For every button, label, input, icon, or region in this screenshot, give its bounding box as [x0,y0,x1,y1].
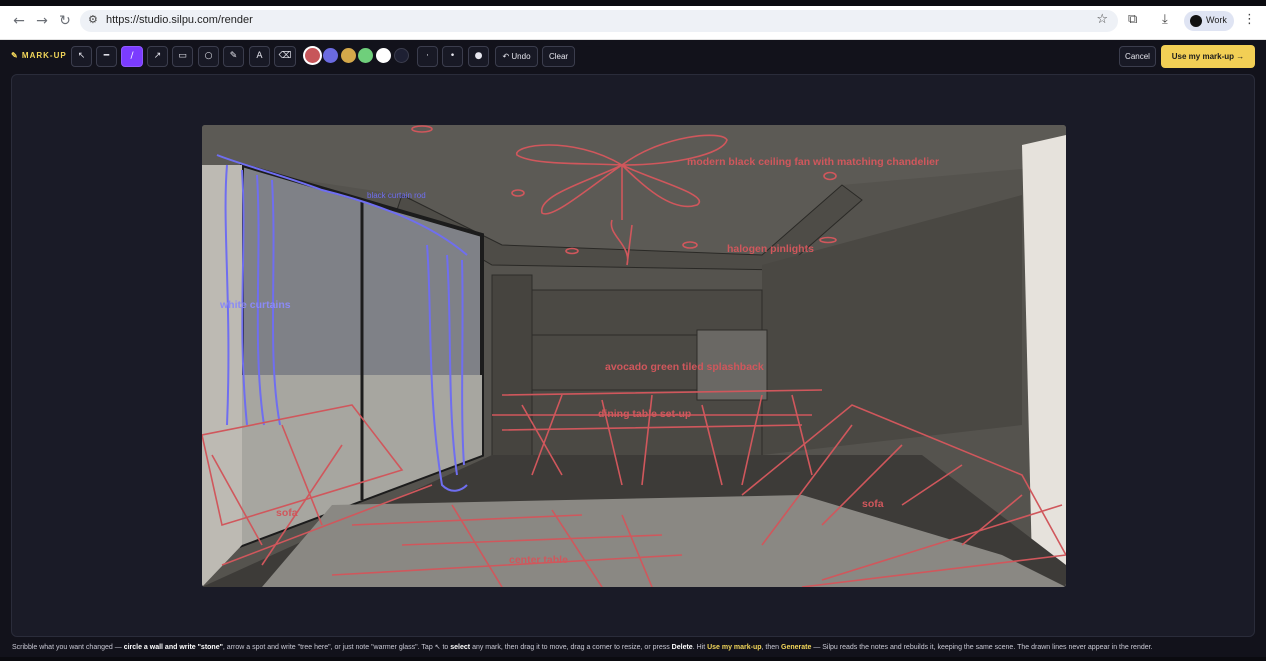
help-text-emphasis: circle a wall and write "stone" [123,644,223,651]
cancel-button[interactable]: Cancel [1119,46,1156,67]
annotation-ceiling-fan[interactable]: modern black ceiling fan with matching c… [687,156,939,168]
download-icon[interactable]: ⤓ [1162,12,1168,27]
annotation-sofa-right[interactable]: sofa [862,498,884,510]
avatar [1190,15,1202,27]
clear-button[interactable]: Clear [542,46,575,67]
help-text-part: Scribble what you want changed — [12,644,124,651]
browser-chrome: ← → ↻ ⚙ https://studio.silpu.com/render … [0,0,1266,40]
color-swatch-blue[interactable] [323,48,338,63]
text-icon: A [256,51,263,61]
help-text-part: — Silpu reads the notes and rebuilds it,… [811,644,1153,651]
rect-tool-button[interactable]: ▭ [172,46,193,67]
select-tool-button[interactable]: ↖ [71,46,92,67]
size-medium-icon: • [449,51,456,61]
forward-icon[interactable]: → [34,13,50,29]
help-text-part: any mark, then drag it to move, drag a c… [470,644,672,651]
annotation-sofa-left[interactable]: sofa [276,507,298,519]
reload-icon[interactable]: ↻ [57,13,73,29]
size-medium-button[interactable]: • [442,46,463,67]
brand-label: ✎ MARK-UP [11,51,67,60]
annotation-dining[interactable]: dining table set-up [598,408,691,420]
arrow-tool-button[interactable]: ↗ [147,46,168,67]
window-bottom-edge [0,657,1266,661]
extensions-icon[interactable]: ⧉ [1128,12,1137,27]
ellipse-tool-button[interactable]: ○ [198,46,219,67]
ellipse-icon: ○ [204,51,213,61]
back-icon[interactable]: ← [11,13,27,29]
render-image[interactable]: modern black ceiling fan with matching c… [202,125,1066,587]
color-swatch-red[interactable] [305,48,320,63]
url-text[interactable]: https://studio.silpu.com/render [106,14,253,26]
markup-app: ✎ MARK-UP ↖ ━ / ↗ ▭ ○ ✎ A ⌫ · • ● ↶ Undo… [0,40,1266,661]
eraser-icon: ⌫ [278,51,292,61]
annotation-pinlights[interactable]: halogen pinlights [727,243,814,255]
help-text-part: , arrow a spot and write "tree here", or… [222,644,451,651]
render-with-markup[interactable]: modern black ceiling fan with matching c… [202,125,1066,587]
annotation-center-table[interactable]: center table [509,554,568,566]
markup-canvas-area[interactable]: modern black ceiling fan with matching c… [11,74,1255,637]
select-icon: ↖ [77,51,86,61]
kitchen-door [491,274,533,466]
profile-chip[interactable]: Work [1184,11,1234,31]
brush-tool-button[interactable]: ✎ [223,46,244,67]
brush-icon: ✎ [229,51,238,61]
arrow-icon: ↗ [153,51,162,61]
window-top-edge [0,0,1266,6]
use-markup-button[interactable]: Use my mark-up → [1161,45,1255,68]
color-swatch-green[interactable] [358,48,373,63]
help-text-emphasis: Use my mark-up [707,644,762,651]
menu-kebab-icon[interactable]: ⋮ [1243,12,1256,27]
address-bar[interactable]: ⚙ https://studio.silpu.com/render ☆ [80,10,1118,32]
pen-icon: / [130,51,134,61]
text-tool-button[interactable]: A [249,46,270,67]
line-tool-button[interactable]: ━ [96,46,117,67]
annotation-splashback[interactable]: avocado green tiled splashback [605,361,764,373]
pen-tool-button[interactable]: / [121,46,143,67]
profile-label: Work [1206,15,1227,25]
size-large-icon: ● [474,51,483,61]
bookmark-star-icon[interactable]: ☆ [1096,12,1108,27]
color-swatch-black[interactable] [394,48,409,63]
rectangle-icon: ▭ [178,51,187,61]
help-text-emphasis: select [450,644,471,651]
size-small-icon: · [426,51,429,61]
undo-button[interactable]: ↶ Undo [495,46,538,67]
markup-toolbar: ✎ MARK-UP ↖ ━ / ↗ ▭ ○ ✎ A ⌫ · • ● ↶ Undo… [0,40,1266,74]
help-text: Scribble what you want changed — circle … [12,643,1252,657]
size-large-button[interactable]: ● [468,46,489,67]
size-small-button[interactable]: · [417,46,438,67]
help-text-part: , then [761,644,782,651]
line-icon: ━ [103,51,110,61]
color-swatch-gold[interactable] [341,48,356,63]
help-text-emphasis: Generate [781,644,812,651]
help-text-part: . Hit [692,644,708,651]
eraser-tool-button[interactable]: ⌫ [274,46,296,67]
color-swatch-white[interactable] [376,48,391,63]
site-settings-icon[interactable]: ⚙ [88,13,98,26]
annotation-curtain-rod[interactable]: black curtain rod [367,191,426,200]
help-text-emphasis: Delete [671,644,693,651]
annotation-curtains[interactable]: white curtains [219,299,291,311]
